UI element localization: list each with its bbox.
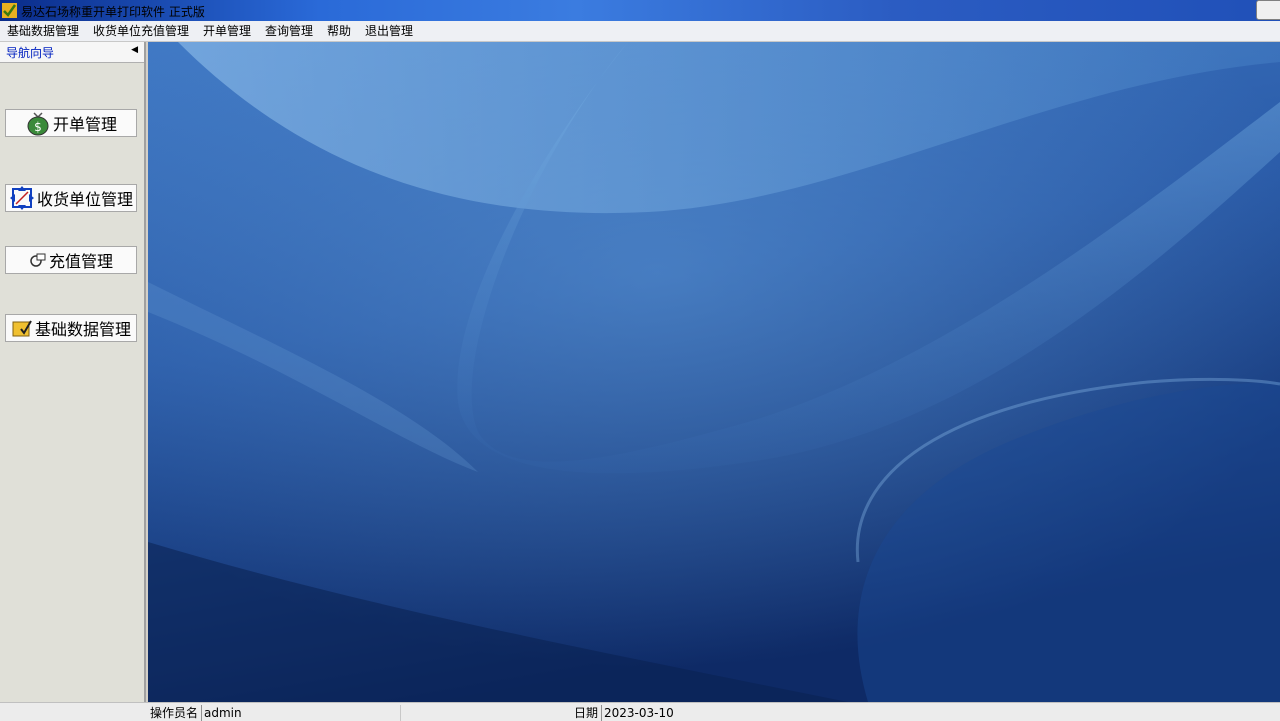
title-bar: 易达石场称重开单打印软件 正式版 <box>0 0 1280 21</box>
status-bar: 操作员名 admin 日期 2023-03-10 <box>0 702 1280 721</box>
desktop-wallpaper <box>148 42 1280 702</box>
navigation-panel: 导航向导 ◀ $ 开单管理 收货单位管理 充值管理 基础数据管理 <box>0 42 146 702</box>
operator-label: 操作员名 <box>150 706 199 720</box>
nav-title: 导航向导 <box>6 46 55 60</box>
nav-button-consignee[interactable]: 收货单位管理 <box>5 184 137 212</box>
nav-button-label: 充值管理 <box>48 252 113 271</box>
app-checkmark-icon <box>2 3 17 18</box>
menu-help[interactable]: 帮助 <box>327 23 351 39</box>
nav-button-label: 开单管理 <box>52 115 117 134</box>
menu-basic-data[interactable]: 基础数据管理 <box>7 23 79 39</box>
status-spacer <box>400 705 570 721</box>
svg-text:$: $ <box>34 120 42 134</box>
window-title: 易达石场称重开单打印软件 正式版 <box>21 5 205 19</box>
window-control-button[interactable] <box>1256 0 1280 20</box>
wallpaper-image <box>148 42 1280 702</box>
date-value: 2023-03-10 <box>601 705 801 721</box>
nav-header: 导航向导 ◀ <box>0 42 144 63</box>
nav-button-basic-data[interactable]: 基础数据管理 <box>5 314 137 342</box>
triangle-left-icon[interactable]: ◀ <box>131 45 138 55</box>
menu-recharge[interactable]: 收货单位充值管理 <box>93 23 189 39</box>
nav-button-label: 基础数据管理 <box>34 320 131 339</box>
menu-query[interactable]: 查询管理 <box>265 23 313 39</box>
nav-button-label: 收货单位管理 <box>36 190 133 209</box>
money-bag-icon: $ <box>27 112 49 136</box>
date-label: 日期 <box>574 706 599 720</box>
arrows-move-icon <box>9 186 34 210</box>
nav-button-recharge[interactable]: 充值管理 <box>5 246 137 274</box>
recharge-icon <box>30 253 46 267</box>
operator-value: admin <box>201 705 399 721</box>
menu-exit[interactable]: 退出管理 <box>365 23 413 39</box>
folder-check-icon <box>12 320 32 337</box>
nav-button-billing[interactable]: $ 开单管理 <box>5 109 137 137</box>
menu-billing[interactable]: 开单管理 <box>203 23 251 39</box>
menu-bar: 基础数据管理 收货单位充值管理 开单管理 查询管理 帮助 退出管理 <box>0 21 1280 42</box>
